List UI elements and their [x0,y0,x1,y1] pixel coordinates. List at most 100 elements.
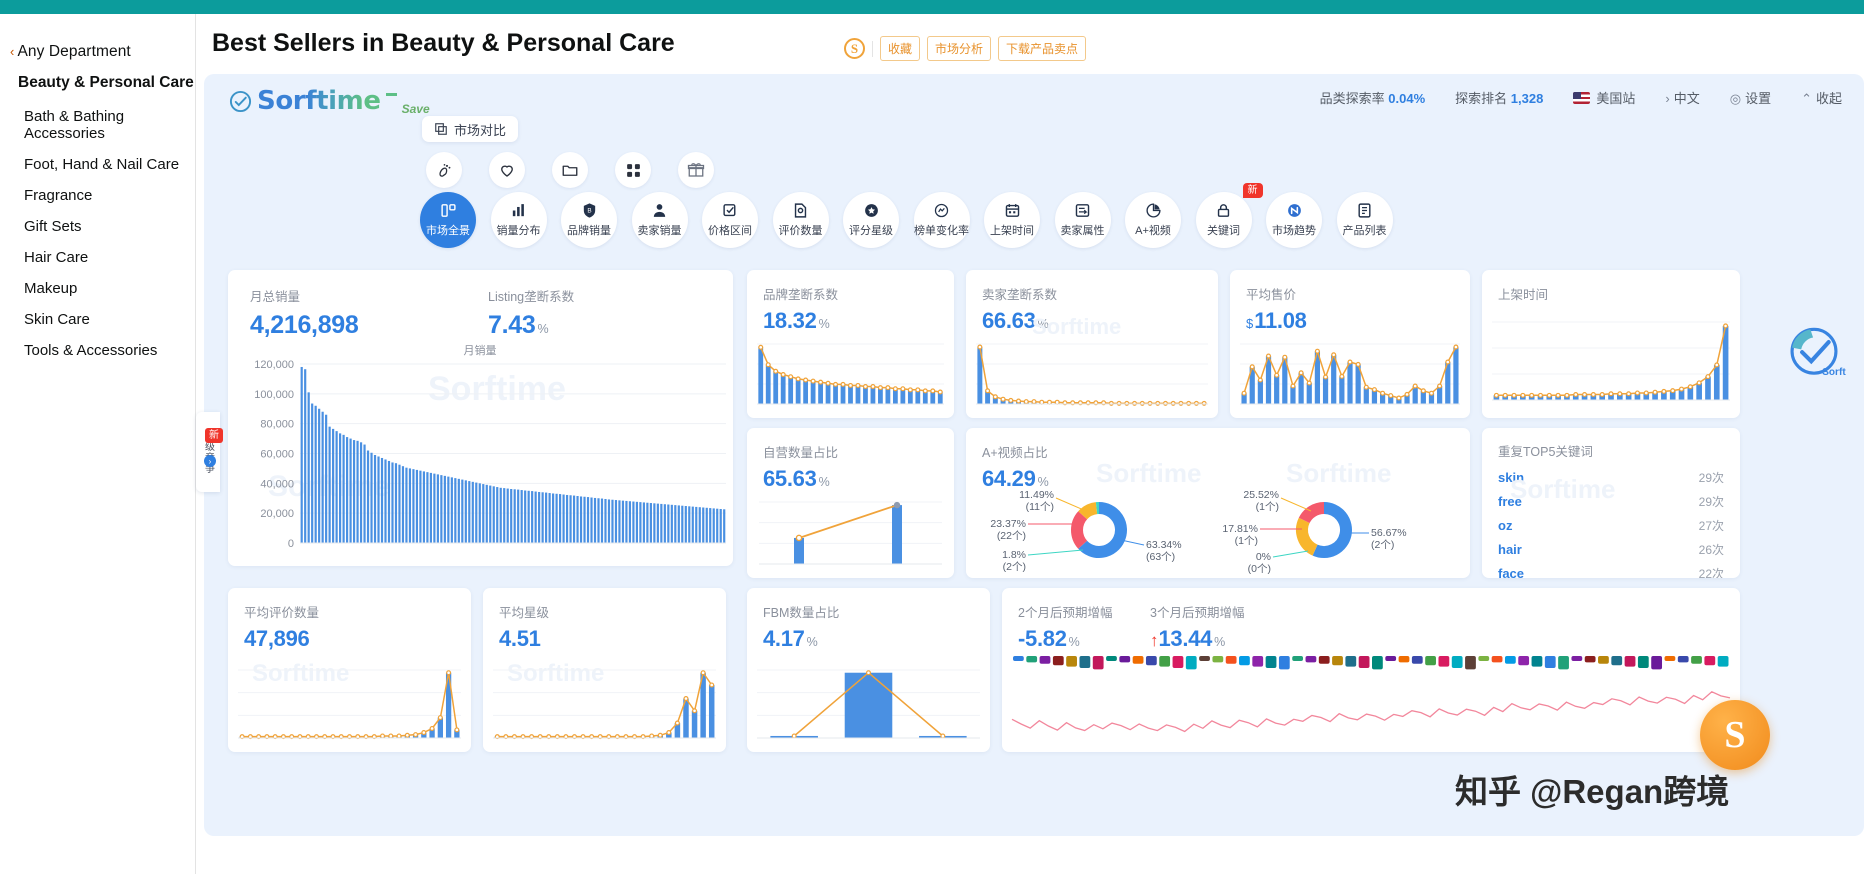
tab-rank-change[interactable]: 榜单变化率 [913,192,970,248]
up-arrow-icon: ↑ [1150,631,1159,650]
self-operated-chart [759,501,942,565]
forecast-2m-value: -5.82 [1018,626,1067,651]
keyword-count: 29次 [1698,495,1724,509]
explore-rank-label: 探索排名 [1455,91,1508,106]
seller-monopoly-label: 卖家垄断系数 [982,288,1058,302]
tab-sales-distribution[interactable]: 销量分布 [490,192,547,248]
department-sidebar: ‹ Any Department Beauty & Personal Care B… [0,14,196,874]
heart-icon[interactable] [489,152,525,188]
aplus-video-label: A+视频占比 [982,446,1048,460]
tab-label: 评价数量 [778,225,823,237]
tab-seller-sales[interactable]: 卖家销量 [631,192,688,248]
market-compare-tooltip[interactable]: 市场对比 [422,116,519,142]
svg-text:(0个): (0个) [1248,563,1271,575]
us-flag-icon [1573,92,1591,104]
tab-market-panorama[interactable]: 市场全景 [420,192,476,248]
list-item[interactable]: free 29次 [1498,493,1724,510]
tab-label: 品牌销量 [567,225,611,237]
svg-text:1.8%: 1.8% [1002,549,1026,561]
app-toolbar-right: 品类探索率 0.04% 探索排名 1,328 美国站 › 中文 ◎ 设置 ⌃ 收起 [1320,88,1842,107]
monthly-sales-svg: 月销量 120,000 100,000 80,000 60,000 40,000 20,0… [254,343,726,550]
list-item[interactable]: oz 27次 [1498,517,1724,534]
svg-text:63.34%: 63.34% [1146,539,1182,551]
svg-text:11.49%: 11.49% [1019,489,1054,501]
new-badge: 新 [1242,183,1263,198]
tab-label: A+视频 [1135,225,1171,237]
svg-text:0: 0 [288,538,294,550]
svg-text:56.67%: 56.67% [1371,527,1407,539]
collapse-button[interactable]: ⌃ 收起 [1801,88,1842,107]
tab-keywords[interactable]: 新 关键词 [1195,183,1263,248]
sorftime-float-button[interactable]: S [1700,700,1770,770]
footprint-icon[interactable] [426,152,462,188]
list-item[interactable]: skin 29次 [1498,469,1724,486]
pie-icon [1145,203,1161,218]
forecast-3m-label: 3个月后预期增幅 [1150,606,1245,620]
grid-icon[interactable] [615,152,651,188]
brand-monopoly-chart [757,343,944,405]
keyword-count: 29次 [1698,471,1724,485]
sidebar-item-foot-hand-nail[interactable]: Foot, Hand & Nail Care [0,149,195,180]
fbm-ratio-unit: % [806,635,818,649]
settings-button[interactable]: ◎ 设置 [1730,88,1771,107]
quick-action-row [426,152,714,188]
tab-market-trend[interactable]: 市场趋势 [1266,192,1322,248]
keyword-word: hair [1498,542,1522,557]
sidebar-item-fragrance[interactable]: Fragrance [0,180,195,211]
tab-aplus-video[interactable]: A+视频 [1125,192,1181,248]
sorftime-logo-icon: S [844,38,865,59]
seller-attr-icon [1075,204,1090,217]
tab-listing-time[interactable]: 上架时间 [984,192,1040,248]
sidebar-item-tools-accessories[interactable]: Tools & Accessories [0,335,195,366]
peer-competition-expand-icon[interactable]: › [204,455,216,467]
site-label: 美国站 [1596,91,1636,106]
keyword-word: oz [1498,518,1513,533]
chart-title: 月销量 [464,343,497,357]
brand-monopoly-label: 品牌垄断系数 [763,288,839,302]
card-listing-time: 上架时间 [1482,270,1740,418]
tab-label: 销量分布 [496,225,541,237]
sorftime-brand[interactable]: Sorftime Save [229,86,430,116]
list-item[interactable]: face 22次 [1498,565,1724,578]
svg-text:20,000: 20,000 [260,508,294,520]
gift-icon[interactable] [678,152,714,188]
tab-review-count[interactable]: 评价数量 [772,192,829,248]
avg-price-currency: $ [1246,316,1254,331]
tab-label: 市场全景 [426,225,470,237]
tab-label: 评分星级 [849,225,893,237]
list-item[interactable]: hair 26次 [1498,541,1724,558]
tab-price-range[interactable]: 价格区间 [702,192,758,248]
sidebar-item-bath[interactable]: Bath & Bathing Accessories [0,101,195,149]
market-analysis-button[interactable]: 市场分析 [927,36,992,61]
aplus-donuts: 11.49%(11个)23.37%(22个)1.8%(2个)63.34%(63个… [990,489,1407,575]
favorite-button[interactable]: 收藏 [880,36,921,61]
card-avg-reviews: 平均评价数量 47,896 Sorftime [228,588,471,752]
sidebar-item-makeup[interactable]: Makeup [0,273,195,304]
peer-competition-tab[interactable]: 同级竞争 [196,412,220,492]
peer-competition-new-badge: 新 [205,428,223,443]
folder-icon[interactable] [552,152,588,188]
svg-text:(1个): (1个) [1256,501,1279,513]
tab-brand-sales[interactable]: B 品牌销量 [561,192,617,248]
collapse-label: 收起 [1815,91,1842,106]
sidebar-subcategory-list: Bath & Bathing Accessories Foot, Hand & … [0,101,195,366]
tab-product-list[interactable]: 产品列表 [1336,192,1393,248]
sidebar-item-skin-care[interactable]: Skin Care [0,304,195,335]
forecast-2m-label: 2个月后预期增幅 [1018,606,1113,620]
card-forecast: 2个月后预期增幅 -5.82% 3个月后预期增幅 ↑13.44% [1002,588,1740,752]
sidebar-any-department[interactable]: ‹ Any Department [0,40,195,71]
card-monthly-sales: 月总销量 4,216,898 Listing垄断系数 7.43% Sorftim… [228,270,733,566]
download-selling-points-button[interactable]: 下载产品卖点 [998,36,1087,61]
rank-change-icon [934,203,949,218]
tab-star-rating[interactable]: 评分星级 [843,192,899,248]
self-operated-unit: % [818,475,830,489]
sidebar-item-gift-sets[interactable]: Gift Sets [0,211,195,242]
sorftime-corner-watermark: Sorftime [1790,327,1846,378]
language-selector[interactable]: › 中文 [1665,88,1699,107]
site-selector[interactable]: 美国站 [1573,88,1635,107]
sidebar-item-hair-care[interactable]: Hair Care [0,242,195,273]
forecast-3m-value: 13.44 [1158,626,1213,651]
keyword-word: skin [1498,470,1525,485]
save-label: Save [401,102,430,116]
tab-seller-attributes[interactable]: 卖家属性 [1054,192,1111,248]
